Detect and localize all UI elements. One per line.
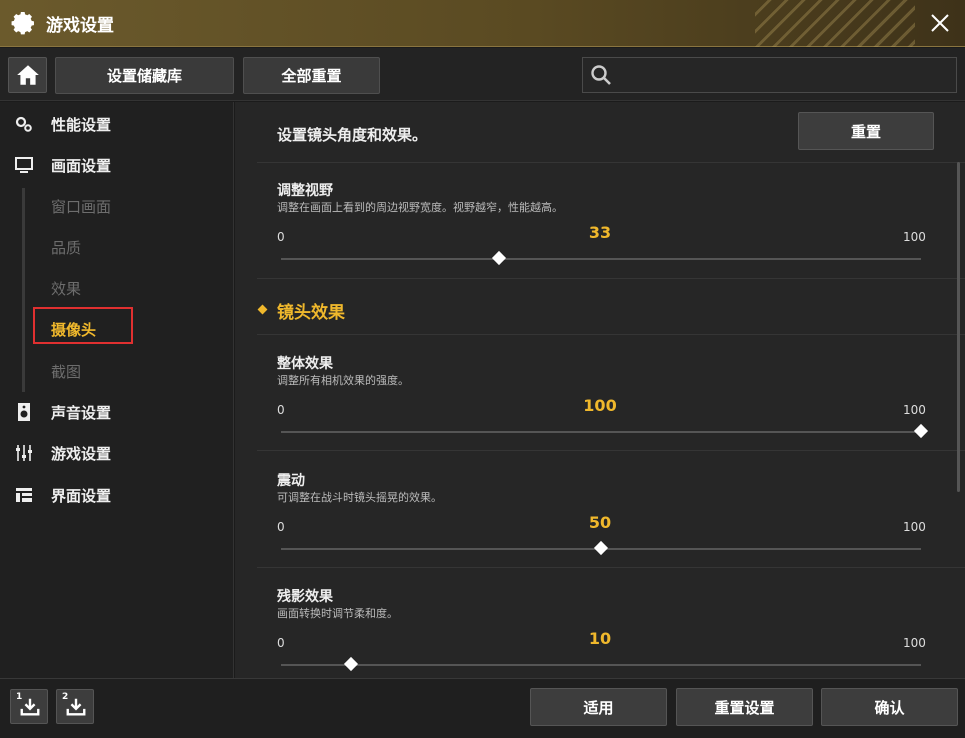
reset-all-button[interactable]: 全部重置 [243,57,380,94]
selection-highlight [33,307,133,344]
divider [257,278,965,279]
home-button[interactable] [8,57,47,93]
monitor-icon [15,157,33,173]
slider-knob[interactable] [593,540,609,556]
sidebar-item-sound[interactable]: 声音设置 [0,392,234,432]
title-bar: 游戏设置 [0,0,965,47]
subitem-quality[interactable]: 品质 [51,237,81,258]
search-box [582,57,957,93]
speaker-icon [18,403,30,421]
slider-name: 震动 [277,473,305,489]
sidebar-item-label: 性能设置 [51,115,112,134]
subitem-window[interactable]: 窗口画面 [51,196,111,217]
apply-button[interactable]: 适用 [530,688,667,726]
slider-value: 100 [583,396,617,415]
slider-name: 残影效果 [277,589,333,605]
slider-desc: 调整所有相机效果的强度。 [277,374,409,387]
slider-track[interactable] [281,540,921,556]
divider [257,334,965,335]
slider-max: 100 [903,520,926,534]
sidebar-item-display[interactable]: 画面设置 [0,145,234,185]
divider [257,450,965,451]
settings-storage-button[interactable]: 设置储藏库 [55,57,234,94]
sidebar-item-performance[interactable]: 性能设置 [0,104,234,144]
slider-min: 0 [277,403,285,417]
window-title: 游戏设置 [46,16,114,36]
slider-desc: 画面转换时调节柔和度。 [277,607,398,620]
slider-knob[interactable] [344,656,359,672]
sidebar: 性能设置 画面设置 窗口画面 品质 效果 摄像头 截图 声音设置 游戏设置 界面… [0,102,234,678]
sliders-icon [16,445,32,461]
toolbar: 设置储藏库 全部重置 [0,48,965,101]
gear-icon [11,12,34,35]
slider-min: 0 [277,230,285,244]
download-icon [66,698,86,716]
scrollbar[interactable] [957,162,960,492]
slider-name: 整体效果 [277,356,333,372]
save-slot-2-button[interactable]: 2 [56,689,94,724]
search-icon[interactable] [589,63,613,87]
home-icon [17,65,39,85]
slider-knob[interactable] [913,423,929,439]
slider-knob[interactable] [491,250,506,266]
slider-value: 33 [588,223,612,242]
section-title: 镜头效果 [277,303,345,323]
reset-button[interactable]: 重置 [798,112,934,150]
slider-value: 50 [588,513,612,532]
slider-max: 100 [903,636,926,650]
slider-shake: 震动 可调整在战斗时镜头摇晃的效果。 0 50 100 [235,464,965,580]
footer: 1 2 适用 重置设置 确认 [0,678,965,738]
sidebar-item-label: 声音设置 [51,403,112,422]
download-icon [20,698,40,716]
subitem-effects[interactable]: 效果 [51,278,81,299]
sidebar-item-label: 游戏设置 [51,444,112,463]
close-icon[interactable] [927,10,953,36]
slider-track[interactable] [281,423,929,439]
save-slot-1-button[interactable]: 1 [10,689,48,724]
slider-fov: 调整视野 调整在画面上看到的周边视野宽度。视野越窄，性能越高。 0 33 100 [235,174,965,290]
gears-icon [15,116,32,132]
layout-icon [16,488,32,502]
main-panel: 设置镜头角度和效果。 重置 调整视野 调整在画面上看到的周边视野宽度。视野越窄，… [235,102,965,678]
search-input[interactable] [623,62,948,88]
divider [257,162,965,163]
slider-max: 100 [903,230,926,244]
slider-max: 100 [903,403,926,417]
page-description: 设置镜头角度和效果。 [277,126,428,144]
section-marker-icon [257,304,268,315]
subitem-screenshot[interactable]: 截图 [51,361,81,382]
slider-value: 10 [588,629,612,648]
sidebar-item-label: 画面设置 [51,156,112,175]
slider-name: 调整视野 [277,183,333,199]
submenu-line [22,188,25,392]
slider-track[interactable] [281,656,921,672]
divider [257,567,965,568]
sidebar-item-game[interactable]: 游戏设置 [0,433,234,473]
slider-min: 0 [277,520,285,534]
title-decoration [755,0,915,47]
slider-desc: 调整在画面上看到的周边视野宽度。视野越窄，性能越高。 [277,201,563,214]
slider-desc: 可调整在战斗时镜头摇晃的效果。 [277,491,442,504]
slider-track[interactable] [281,250,921,266]
sidebar-item-label: 界面设置 [51,486,112,505]
slider-min: 0 [277,636,285,650]
slider-overall: 整体效果 调整所有相机效果的强度。 0 100 100 [235,347,965,463]
slider-afterimage: 残影效果 画面转换时调节柔和度。 0 10 100 [235,580,965,678]
sidebar-item-interface[interactable]: 界面设置 [0,475,234,515]
confirm-button[interactable]: 确认 [821,688,958,726]
reset-settings-button[interactable]: 重置设置 [676,688,813,726]
